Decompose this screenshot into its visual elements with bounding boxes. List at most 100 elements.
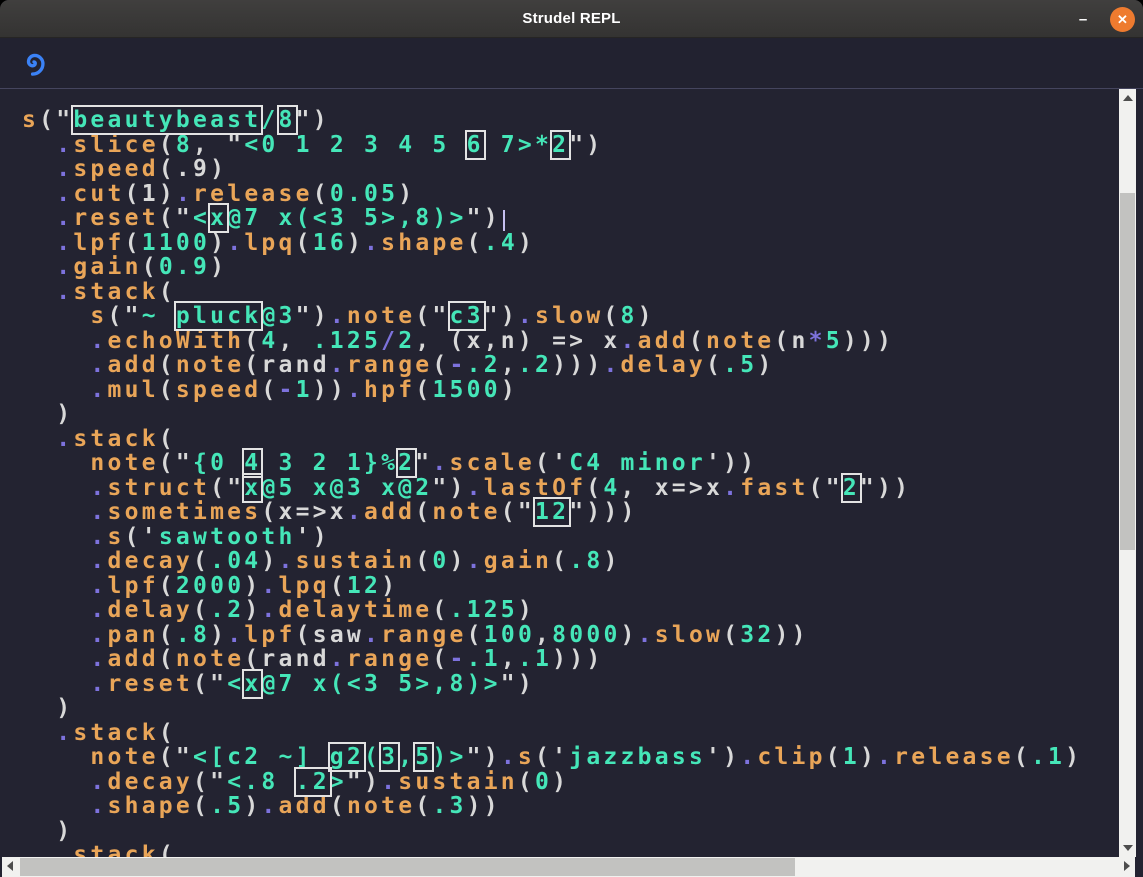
code-token[interactable]: (: [723, 622, 740, 648]
minimize-button[interactable]: –: [1070, 6, 1096, 32]
code-token[interactable]: .: [90, 573, 107, 599]
code-token[interactable]: 1100: [142, 230, 210, 256]
active-token[interactable]: 5: [415, 744, 432, 770]
code-token[interactable]: (: [432, 597, 449, 623]
code-token[interactable]: range: [381, 622, 467, 648]
code-line[interactable]: .reset("<x@7 x(<3 5>,8)>"): [22, 672, 1143, 697]
code-token[interactable]: ): [347, 230, 364, 256]
code-token[interactable]: gain: [484, 548, 552, 574]
code-token[interactable]: .1: [1031, 744, 1065, 770]
code-token[interactable]: .: [176, 181, 193, 207]
code-token[interactable]: (': [125, 524, 159, 550]
code-token[interactable]: 1: [296, 377, 313, 403]
code-token[interactable]: (: [296, 230, 313, 256]
code-token[interactable]: (: [244, 328, 261, 354]
code-token[interactable]: .: [330, 303, 347, 329]
code-token[interactable]: [22, 573, 90, 599]
code-token[interactable]: ): [603, 548, 620, 574]
code-token[interactable]: .: [347, 499, 364, 525]
code-token[interactable]: .: [364, 622, 381, 648]
code-token[interactable]: add: [108, 646, 159, 672]
code-line[interactable]: .cut(1).release(0.05): [22, 182, 1143, 207]
code-token[interactable]: (: [193, 597, 210, 623]
code-token[interactable]: [22, 156, 56, 182]
code-token[interactable]: .: [638, 622, 655, 648]
strudel-spiral-icon[interactable]: [20, 49, 48, 77]
code-token[interactable]: (: [467, 230, 484, 256]
code-token[interactable]: (: [193, 548, 210, 574]
code-token[interactable]: 0: [535, 769, 552, 795]
code-token[interactable]: ))): [552, 646, 603, 672]
code-token[interactable]: (: [261, 377, 278, 403]
code-line[interactable]: .slice(8, "<0 1 2 3 4 5 6 7>*2"): [22, 133, 1143, 158]
code-token[interactable]: 0: [432, 548, 449, 574]
code-token[interactable]: (: [159, 377, 176, 403]
active-token[interactable]: 2: [552, 132, 569, 158]
code-token[interactable]: .: [261, 597, 278, 623]
code-token[interactable]: note: [432, 499, 500, 525]
code-token[interactable]: (: [159, 622, 176, 648]
code-line[interactable]: .sometimes(x=>x.add(note("12"))): [22, 500, 1143, 525]
code-token[interactable]: .: [90, 377, 107, 403]
code-token[interactable]: 2000: [176, 573, 244, 599]
code-token[interactable]: ): [381, 573, 398, 599]
code-token[interactable]: [22, 499, 90, 525]
code-token[interactable]: ): [450, 548, 467, 574]
code-line[interactable]: .add(note(rand.range(-.1,.1))): [22, 647, 1143, 672]
code-token[interactable]: scale: [450, 450, 536, 476]
code-token[interactable]: , (x,n) => x: [415, 328, 620, 354]
code-token[interactable]: (: [826, 744, 843, 770]
code-token[interactable]: (: [432, 352, 449, 378]
code-token[interactable]: "): [296, 107, 330, 133]
code-token[interactable]: 3 2 1}%: [261, 450, 398, 476]
code-token[interactable]: reset: [108, 671, 194, 697]
code-line[interactable]: note("{0 4 3 2 1}%2".scale('C4 minor')): [22, 451, 1143, 476]
code-token[interactable]: .: [90, 475, 107, 501]
code-token[interactable]: slow: [535, 303, 603, 329]
code-token[interactable]: .: [90, 597, 107, 623]
code-token[interactable]: .: [56, 842, 73, 857]
code-token[interactable]: (': [535, 744, 569, 770]
code-token[interactable]: lpf: [108, 573, 159, 599]
code-token[interactable]: <: [227, 671, 244, 697]
code-token[interactable]: [22, 793, 90, 819]
code-token[interactable]: .: [347, 377, 364, 403]
code-token[interactable]: .125: [313, 328, 381, 354]
code-token[interactable]: (: [244, 646, 261, 672]
code-token[interactable]: slow: [655, 622, 723, 648]
code-line[interactable]: .add(note(rand.range(-.2,.2))).delay(.5): [22, 353, 1143, 378]
code-token[interactable]: add: [638, 328, 689, 354]
code-token[interactable]: .8: [176, 622, 210, 648]
code-token[interactable]: /: [381, 328, 398, 354]
code-token[interactable]: , ": [193, 132, 244, 158]
code-token[interactable]: [22, 646, 90, 672]
code-token[interactable]: 0.9: [159, 254, 210, 280]
code-token[interactable]: <0 1 2 3 4 5: [244, 132, 466, 158]
code-token[interactable]: fast: [740, 475, 808, 501]
code-token[interactable]: ,: [501, 646, 518, 672]
code-line[interactable]: .echoWith(4, .125/2, (x,n) => x.add(note…: [22, 329, 1143, 354]
code-token[interactable]: clip: [757, 744, 825, 770]
code-token[interactable]: note: [176, 352, 244, 378]
code-token[interactable]: .: [90, 793, 107, 819]
code-token[interactable]: [22, 671, 90, 697]
code-line[interactable]: .lpf(2000).lpq(12): [22, 574, 1143, 599]
code-token[interactable]: 100: [484, 622, 535, 648]
code-token[interactable]: saw: [313, 622, 364, 648]
code-token[interactable]: .: [56, 205, 73, 231]
code-token[interactable]: 7>*: [484, 132, 552, 158]
code-token[interactable]: [22, 426, 56, 452]
code-token[interactable]: "): [347, 769, 381, 795]
code-token[interactable]: 8: [621, 303, 638, 329]
code-token[interactable]: (": [159, 205, 193, 231]
code-token[interactable]: 2: [398, 328, 415, 354]
code-token[interactable]: (": [39, 107, 73, 133]
code-token[interactable]: note: [706, 328, 774, 354]
code-token[interactable]: "): [569, 132, 603, 158]
scroll-left-icon[interactable]: [7, 861, 13, 871]
code-token[interactable]: .: [330, 646, 347, 672]
code-token[interactable]: n: [792, 328, 809, 354]
code-token[interactable]: ): [210, 622, 227, 648]
code-token[interactable]: lastOf: [484, 475, 587, 501]
code-token[interactable]: .: [723, 475, 740, 501]
